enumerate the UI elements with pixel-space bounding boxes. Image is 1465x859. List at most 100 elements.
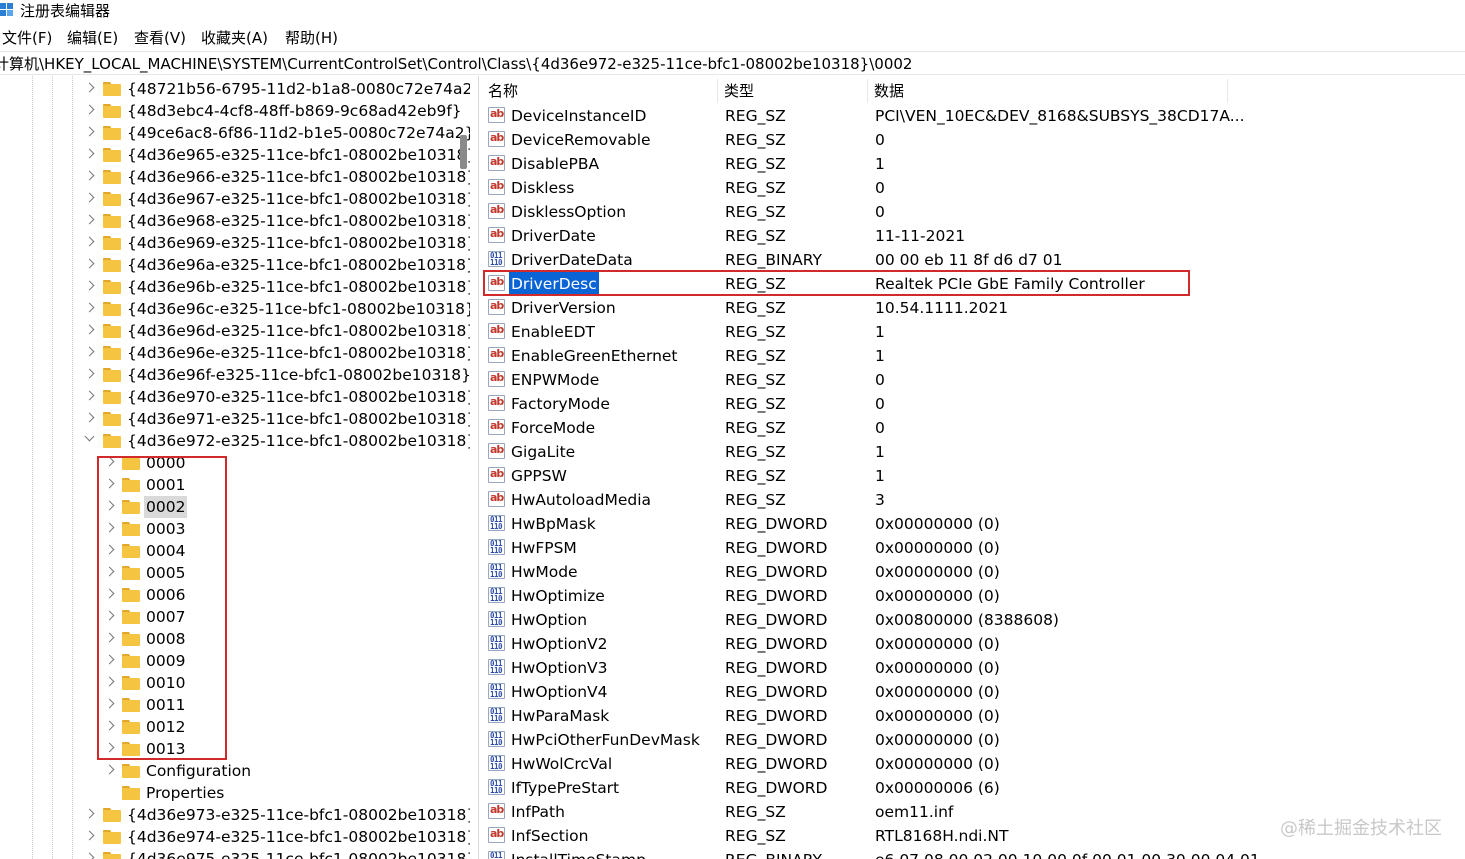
table-row[interactable]: 011 110 InstallTimeStamp REG_BINARY e6 07 0… bbox=[482, 848, 1465, 859]
table-row[interactable]: 011 110 HwBpMask REG_DWORD 0x00000000 (0) bbox=[482, 512, 1465, 536]
table-row[interactable]: ab ENPWMode REG_SZ 0 bbox=[482, 368, 1465, 392]
tree-item-class-key[interactable]: {4d36e96a-e325-11ce-bfc1-08002be10318} bbox=[0, 254, 470, 276]
chevron-right-icon[interactable] bbox=[84, 808, 95, 819]
menu-view[interactable]: 查看(V) bbox=[134, 28, 186, 48]
chevron-right-icon[interactable] bbox=[84, 390, 95, 401]
tree-item-class-key[interactable]: {4d36e96e-e325-11ce-bfc1-08002be10318} bbox=[0, 342, 470, 364]
table-row[interactable]: 011 110 HwOptionV2 REG_DWORD 0x00000000 (0) bbox=[482, 632, 1465, 656]
tree-item-subkey[interactable]: 0000 bbox=[0, 452, 470, 474]
table-row[interactable]: 011 110 HwPciOtherFunDevMask REG_DWORD 0x00… bbox=[482, 728, 1465, 752]
column-header-name[interactable]: 名称 bbox=[482, 79, 718, 103]
chevron-right-icon[interactable] bbox=[84, 126, 95, 137]
tree-item-subkey[interactable]: 0004 bbox=[0, 540, 470, 562]
table-row[interactable]: ab DeviceRemovable REG_SZ 0 bbox=[482, 128, 1465, 152]
tree-item-class-key[interactable]: {4d36e973-e325-11ce-bfc1-08002be10318} bbox=[0, 804, 470, 826]
menu-edit[interactable]: 编辑(E) bbox=[67, 28, 118, 48]
tree-item-subkey[interactable]: 0005 bbox=[0, 562, 470, 584]
tree-item-class-key[interactable]: {4d36e966-e325-11ce-bfc1-08002be10318} bbox=[0, 166, 470, 188]
chevron-right-icon[interactable] bbox=[84, 170, 95, 181]
table-row[interactable]: ab GigaLite REG_SZ 1 bbox=[482, 440, 1465, 464]
table-row[interactable]: ab GPPSW REG_SZ 1 bbox=[482, 464, 1465, 488]
table-row[interactable]: 011 110 HwMode REG_DWORD 0x00000000 (0) bbox=[482, 560, 1465, 584]
chevron-right-icon[interactable] bbox=[84, 258, 95, 269]
chevron-right-icon[interactable] bbox=[84, 82, 95, 93]
tree-item-class-key[interactable]: {4d36e970-e325-11ce-bfc1-08002be10318} bbox=[0, 386, 470, 408]
chevron-right-icon[interactable] bbox=[84, 236, 95, 247]
menu-file[interactable]: 文件(F) bbox=[2, 28, 52, 48]
table-row[interactable]: 011 110 HwOption REG_DWORD 0x00800000 (8388… bbox=[482, 608, 1465, 632]
menu-help[interactable]: 帮助(H) bbox=[285, 28, 338, 48]
tree-item-subkey[interactable]: 0007 bbox=[0, 606, 470, 628]
table-row[interactable]: 011 110 HwParaMask REG_DWORD 0x00000000 (0) bbox=[482, 704, 1465, 728]
chevron-right-icon[interactable] bbox=[84, 368, 95, 379]
chevron-right-icon[interactable] bbox=[84, 324, 95, 335]
table-row[interactable]: ab FactoryMode REG_SZ 0 bbox=[482, 392, 1465, 416]
table-row[interactable]: 011 110 HwWolCrcVal REG_DWORD 0x00000000 (0… bbox=[482, 752, 1465, 776]
tree-item-class-key[interactable]: {4d36e96d-e325-11ce-bfc1-08002be10318} bbox=[0, 320, 470, 342]
chevron-right-icon[interactable] bbox=[84, 280, 95, 291]
tree-item-class-key[interactable]: {4d36e971-e325-11ce-bfc1-08002be10318} bbox=[0, 408, 470, 430]
tree-item-subkey[interactable]: 0012 bbox=[0, 716, 470, 738]
chevron-right-icon[interactable] bbox=[84, 104, 95, 115]
chevron-right-icon[interactable] bbox=[84, 148, 95, 159]
tree-item-subkey[interactable]: 0006 bbox=[0, 584, 470, 606]
chevron-right-icon[interactable] bbox=[84, 192, 95, 203]
table-row[interactable]: ab DriverDate REG_SZ 11-11-2021 bbox=[482, 224, 1465, 248]
key-tree[interactable]: {48721b56-6795-11d2-b1a8-0080c72e74a2} {4… bbox=[0, 76, 470, 859]
tree-item-class-key[interactable]: {48d3ebc4-4cf8-48ff-b869-9c68ad42eb9f} bbox=[0, 100, 470, 122]
column-header-data[interactable]: 数据 bbox=[868, 79, 1228, 103]
tree-scrollbar-thumb[interactable] bbox=[460, 135, 467, 169]
chevron-right-icon[interactable] bbox=[84, 214, 95, 225]
table-row[interactable]: 011 110 HwOptimize REG_DWORD 0x00000000 (0) bbox=[482, 584, 1465, 608]
table-row[interactable]: 011 110 IfTypePreStart REG_DWORD 0x00000006… bbox=[482, 776, 1465, 800]
table-row[interactable]: ab DriverVersion REG_SZ 10.54.1111.2021 bbox=[482, 296, 1465, 320]
chevron-right-icon[interactable] bbox=[104, 764, 115, 775]
tree-item-subkey[interactable]: 0009 bbox=[0, 650, 470, 672]
table-row[interactable]: ab EnableGreenEthernet REG_SZ 1 bbox=[482, 344, 1465, 368]
address-bar[interactable]: 计算机\HKEY_LOCAL_MACHINE\SYSTEM\CurrentCon… bbox=[0, 51, 1465, 75]
chevron-right-icon[interactable] bbox=[84, 830, 95, 841]
tree-item-class-key[interactable]: {4d36e967-e325-11ce-bfc1-08002be10318} bbox=[0, 188, 470, 210]
table-row[interactable]: 011 110 HwFPSM REG_DWORD 0x00000000 (0) bbox=[482, 536, 1465, 560]
tree-item-subkey[interactable]: 0008 bbox=[0, 628, 470, 650]
chevron-down-icon[interactable] bbox=[84, 431, 95, 442]
table-row[interactable]: ab Diskless REG_SZ 0 bbox=[482, 176, 1465, 200]
tree-item-class-key[interactable]: {4d36e96b-e325-11ce-bfc1-08002be10318} bbox=[0, 276, 470, 298]
tree-item-expanded-key[interactable]: {4d36e972-e325-11ce-bfc1-08002be10318} bbox=[0, 430, 470, 452]
chevron-right-icon[interactable] bbox=[84, 346, 95, 357]
table-row[interactable]: ab HwAutoloadMedia REG_SZ 3 bbox=[482, 488, 1465, 512]
tree-item-class-key[interactable]: {4d36e975-e325-11ce-bfc1-08002be10318} bbox=[0, 848, 470, 859]
column-header-type[interactable]: 类型 bbox=[718, 79, 868, 103]
chevron-right-icon[interactable] bbox=[84, 412, 95, 423]
pane-splitter[interactable] bbox=[478, 76, 479, 859]
tree-item-subkey[interactable]: 0003 bbox=[0, 518, 470, 540]
tree-item-class-key[interactable]: {4d36e96f-e325-11ce-bfc1-08002be10318} bbox=[0, 364, 470, 386]
tree-item-class-key[interactable]: {4d36e968-e325-11ce-bfc1-08002be10318} bbox=[0, 210, 470, 232]
tree-item-subkey[interactable]: 0013 bbox=[0, 738, 470, 760]
tree-item-subkey[interactable]: 0010 bbox=[0, 672, 470, 694]
tree-item-class-key[interactable]: {4d36e974-e325-11ce-bfc1-08002be10318} bbox=[0, 826, 470, 848]
tree-item-class-key[interactable]: {49ce6ac8-6f86-11d2-b1e5-0080c72e74a2} bbox=[0, 122, 470, 144]
table-row[interactable]: ab ForceMode REG_SZ 0 bbox=[482, 416, 1465, 440]
tree-item-class-key[interactable]: {4d36e96c-e325-11ce-bfc1-08002be10318} bbox=[0, 298, 470, 320]
chevron-right-icon[interactable] bbox=[84, 852, 95, 859]
table-row[interactable]: ab DisklessOption REG_SZ 0 bbox=[482, 200, 1465, 224]
table-row[interactable]: ab DisablePBA REG_SZ 1 bbox=[482, 152, 1465, 176]
table-row[interactable]: 011 110 HwOptionV3 REG_DWORD 0x00000000 (0) bbox=[482, 656, 1465, 680]
tree-item-subkey[interactable]: 0002 bbox=[0, 496, 470, 518]
tree-item-subkey[interactable]: 0011 bbox=[0, 694, 470, 716]
tree-item-class-key[interactable]: {4d36e969-e325-11ce-bfc1-08002be10318} bbox=[0, 232, 470, 254]
table-row[interactable]: ab EnableEDT REG_SZ 1 bbox=[482, 320, 1465, 344]
table-row[interactable]: 011 110 DriverDateData REG_BINARY 00 00 eb … bbox=[482, 248, 1465, 272]
tree-item-class-key[interactable]: {4d36e965-e325-11ce-bfc1-08002be10318} bbox=[0, 144, 470, 166]
tree-item-subkey[interactable]: Properties bbox=[0, 782, 470, 804]
tree-item-class-key[interactable]: {48721b56-6795-11d2-b1a8-0080c72e74a2} bbox=[0, 78, 470, 100]
chevron-right-icon[interactable] bbox=[84, 302, 95, 313]
address-path[interactable]: 计算机\HKEY_LOCAL_MACHINE\SYSTEM\CurrentCon… bbox=[0, 54, 912, 74]
table-row[interactable]: 011 110 HwOptionV4 REG_DWORD 0x00000000 (0) bbox=[482, 680, 1465, 704]
menu-favorites[interactable]: 收藏夹(A) bbox=[201, 28, 268, 48]
tree-item-subkey[interactable]: Configuration bbox=[0, 760, 470, 782]
table-row[interactable]: ab DeviceInstanceID REG_SZ PCI\VEN_10EC&DEV… bbox=[482, 104, 1465, 128]
tree-item-subkey[interactable]: 0001 bbox=[0, 474, 470, 496]
values-list[interactable]: 名称 类型 数据 ab DeviceInstanceID REG_SZ PCI\VEN… bbox=[482, 76, 1465, 859]
